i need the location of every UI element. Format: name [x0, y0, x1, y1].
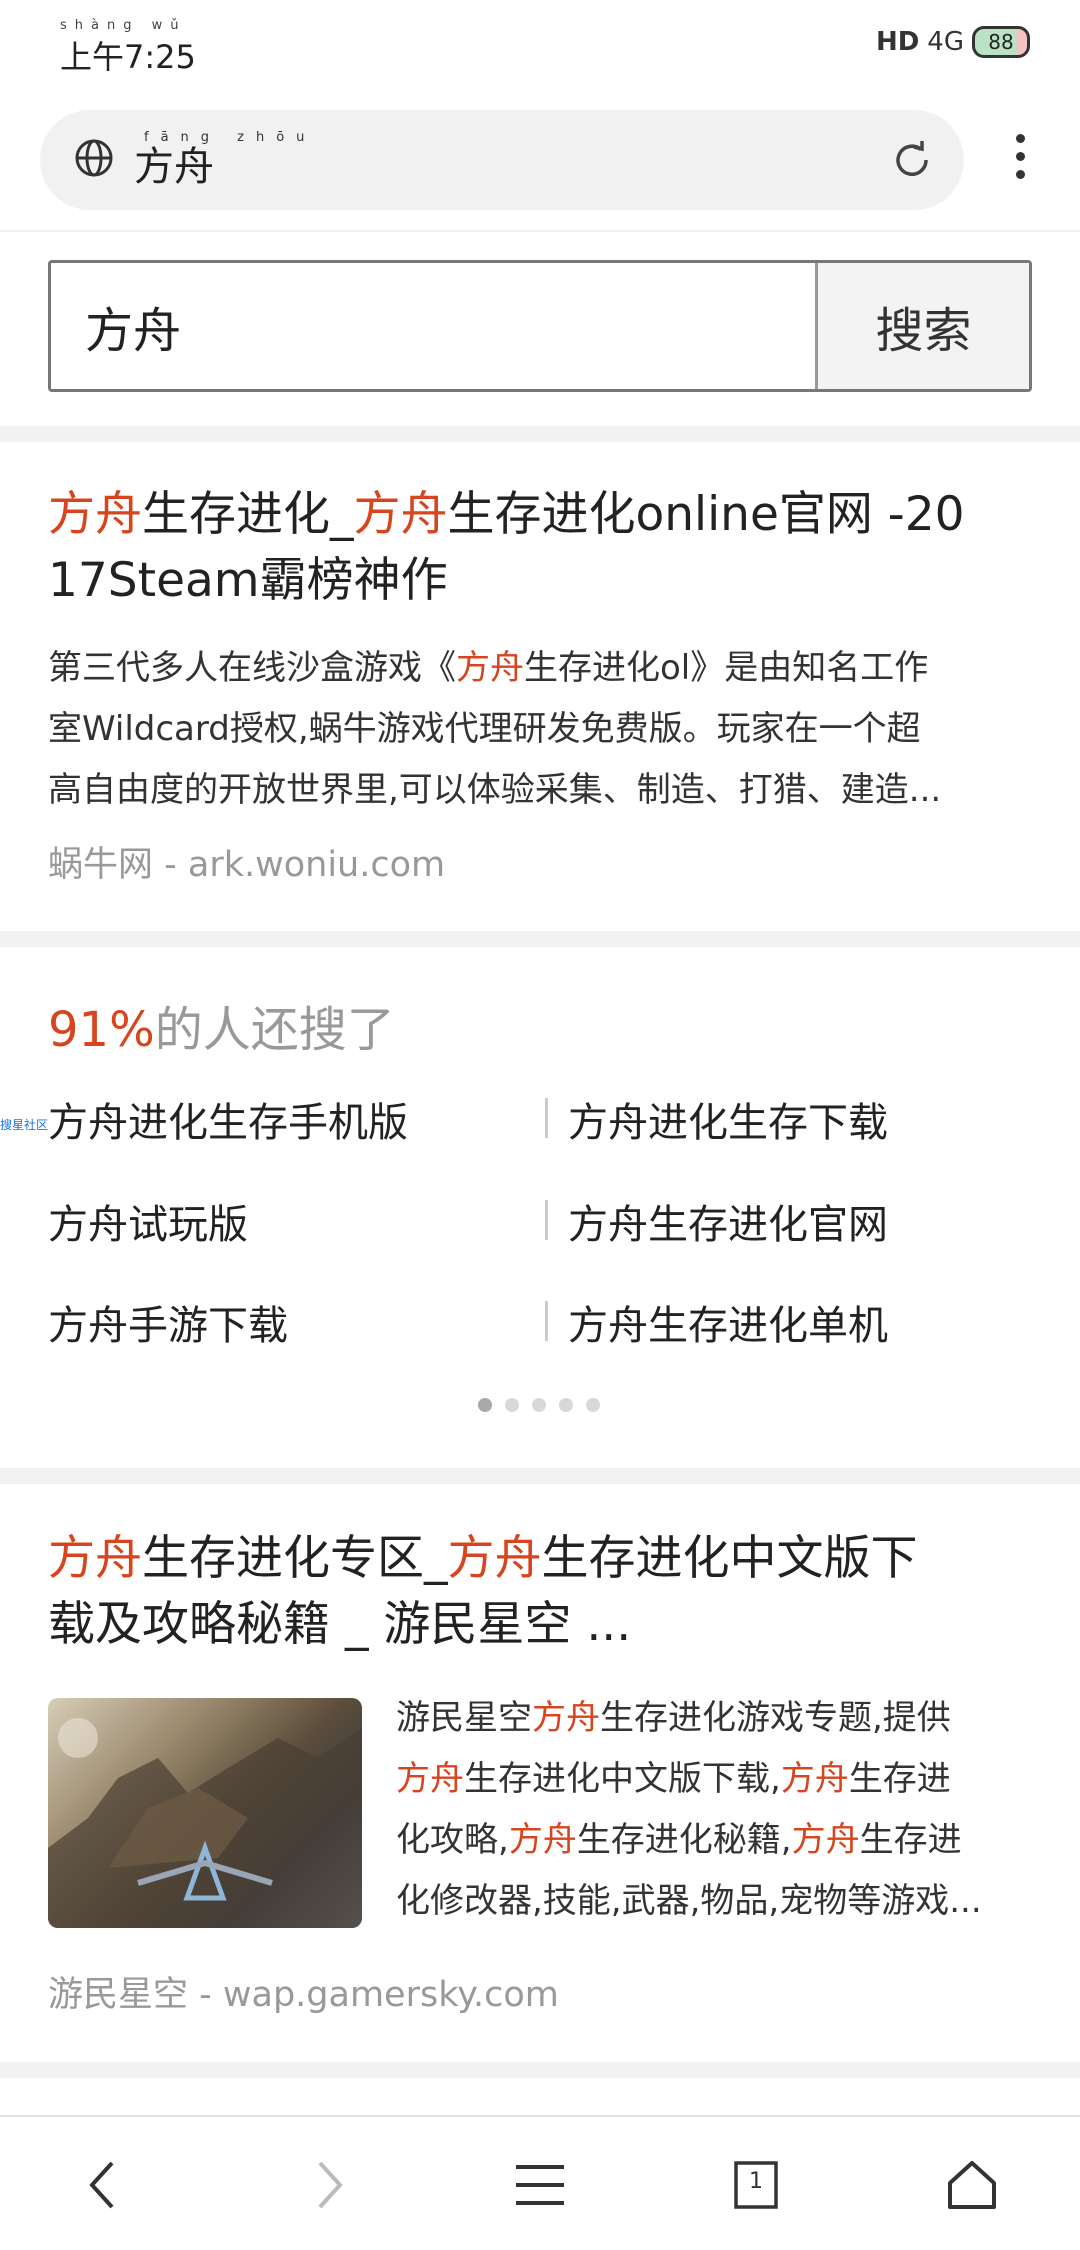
clock: shàng wǔ 上午7:25 [60, 18, 196, 78]
search-box: 搜索 [48, 260, 1032, 392]
title-text: 生存进化中文版下 [541, 1531, 918, 1586]
section-divider [0, 931, 1080, 947]
result-source[interactable]: 蜗牛网 - ark.woniu.com [48, 836, 445, 887]
address-bar[interactable]: fāng zhōu 方舟 [40, 110, 964, 210]
desc-text: 生存进 [859, 1820, 962, 1860]
related-item[interactable]: 方舟试玩版 [48, 1192, 248, 1250]
desc-text: 高自由度的开放世界里,可以体验采集、制造、打猎、建造... [48, 770, 942, 810]
side-tag: 搜星社区 [0, 1118, 49, 1132]
forward-icon[interactable] [298, 2155, 358, 2215]
bottom-toolbar: 1 [0, 2115, 1080, 2250]
status-bar: shàng wǔ 上午7:25 HD 4G 88 [0, 0, 1080, 100]
game-art-image [48, 1718, 362, 1928]
address-text: fāng zhōu 方舟 [134, 130, 316, 189]
keyword-highlight: 方舟 [396, 1759, 464, 1799]
divider [545, 1098, 548, 1138]
keyword-highlight: 方舟 [48, 487, 142, 542]
home-icon[interactable] [942, 2155, 1002, 2215]
desc-text: 生存进化ol》是由知名工作 [524, 648, 929, 688]
title-text: 载及攻略秘籍 _ 游民星空 ... [48, 1597, 632, 1652]
page-dot [532, 1398, 546, 1412]
desc-text: 化攻略, [396, 1820, 509, 1860]
desc-text: 室Wildcard授权,蜗牛游戏代理研发免费版。玩家在一个超 [48, 709, 921, 749]
network-type: 4G [927, 27, 964, 57]
result-thumbnail[interactable] [48, 1698, 362, 1928]
desc-text: 游民星空 [396, 1698, 532, 1738]
divider [545, 1200, 548, 1240]
tabs-button[interactable]: 1 [726, 2155, 786, 2215]
battery-level: 88 [988, 30, 1014, 54]
battery-icon: 88 [972, 26, 1030, 58]
page-indicator [478, 1398, 600, 1412]
desc-text: 化修改器,技能,武器,物品,宠物等游戏... [396, 1881, 982, 1921]
section-divider [0, 426, 1080, 442]
tab-count: 1 [749, 2169, 763, 2194]
reload-icon[interactable] [890, 138, 934, 182]
result-description: 第三代多人在线沙盒游戏《方舟生存进化ol》是由知名工作室Wildcard授权,蜗… [48, 638, 1038, 821]
related-item[interactable]: 方舟生存进化官网 [568, 1192, 888, 1250]
keyword-highlight: 方舟 [353, 487, 448, 542]
related-item[interactable]: 方舟进化生存手机版 [48, 1090, 408, 1148]
page-dot [505, 1398, 519, 1412]
related-item[interactable]: 方舟进化生存下载 [568, 1090, 888, 1148]
page-dot-active [478, 1398, 492, 1412]
title-text: 生存进化_ [142, 487, 354, 542]
result-source[interactable]: 游民星空 - wap.gamersky.com [48, 1966, 559, 2017]
address-title: 方舟 [134, 144, 214, 190]
related-item[interactable]: 方舟手游下载 [48, 1293, 288, 1351]
search-input[interactable] [51, 263, 815, 389]
keyword-highlight: 方舟 [48, 1531, 142, 1586]
keyword-highlight: 方舟 [791, 1820, 860, 1860]
signal-icon: HD [875, 27, 920, 57]
related-item[interactable]: 方舟生存进化单机 [568, 1293, 888, 1351]
section-divider [0, 2062, 1080, 2078]
desc-text: 生存进化中文版下载, [464, 1759, 781, 1799]
menu-icon[interactable] [510, 2155, 570, 2215]
desc-text: 生存进化秘籍, [576, 1820, 792, 1860]
result-title-link[interactable]: 方舟生存进化_方舟生存进化online官网 -20 17Steam霸榜神作 [48, 482, 1038, 614]
desc-text: 生存进 [848, 1759, 951, 1799]
title-text: 生存进化专区_ [142, 1531, 448, 1586]
title-text: 生存进化online官网 -20 [447, 487, 965, 542]
keyword-highlight: 方舟 [532, 1698, 600, 1738]
keyword-highlight: 方舟 [456, 648, 524, 688]
divider [545, 1301, 548, 1341]
result-title-link[interactable]: 方舟生存进化专区_方舟生存进化中文版下 载及攻略秘籍 _ 游民星空 ... [48, 1526, 1038, 1658]
related-percent: 91% [48, 1002, 155, 1058]
keyword-highlight: 方舟 [447, 1531, 542, 1586]
related-heading-text: 的人还搜了 [154, 1002, 395, 1058]
result-description: 游民星空方舟生存进化游戏专题,提供 方舟生存进化中文版下载,方舟生存进 化攻略,方舟… [396, 1688, 1036, 1932]
page-dot [559, 1398, 573, 1412]
desc-text: 生存进化游戏专题,提供 [600, 1698, 951, 1738]
search-button[interactable]: 搜索 [815, 263, 1029, 389]
keyword-highlight: 方舟 [508, 1820, 577, 1860]
globe-icon [75, 139, 113, 177]
related-heading: 91%的人还搜了 [48, 990, 395, 1060]
address-pinyin: fāng zhōu [144, 130, 317, 145]
status-icons: HD 4G 88 [876, 26, 1030, 58]
section-divider [0, 1468, 1080, 1484]
divider [0, 230, 1080, 232]
page-dot [586, 1398, 600, 1412]
time-text: 上午7:25 [60, 38, 196, 76]
more-menu-icon[interactable] [1000, 134, 1040, 188]
back-icon[interactable] [74, 2155, 134, 2215]
keyword-highlight: 方舟 [780, 1759, 849, 1799]
title-text: 17Steam霸榜神作 [48, 553, 448, 608]
desc-text: 第三代多人在线沙盒游戏《 [48, 648, 456, 688]
